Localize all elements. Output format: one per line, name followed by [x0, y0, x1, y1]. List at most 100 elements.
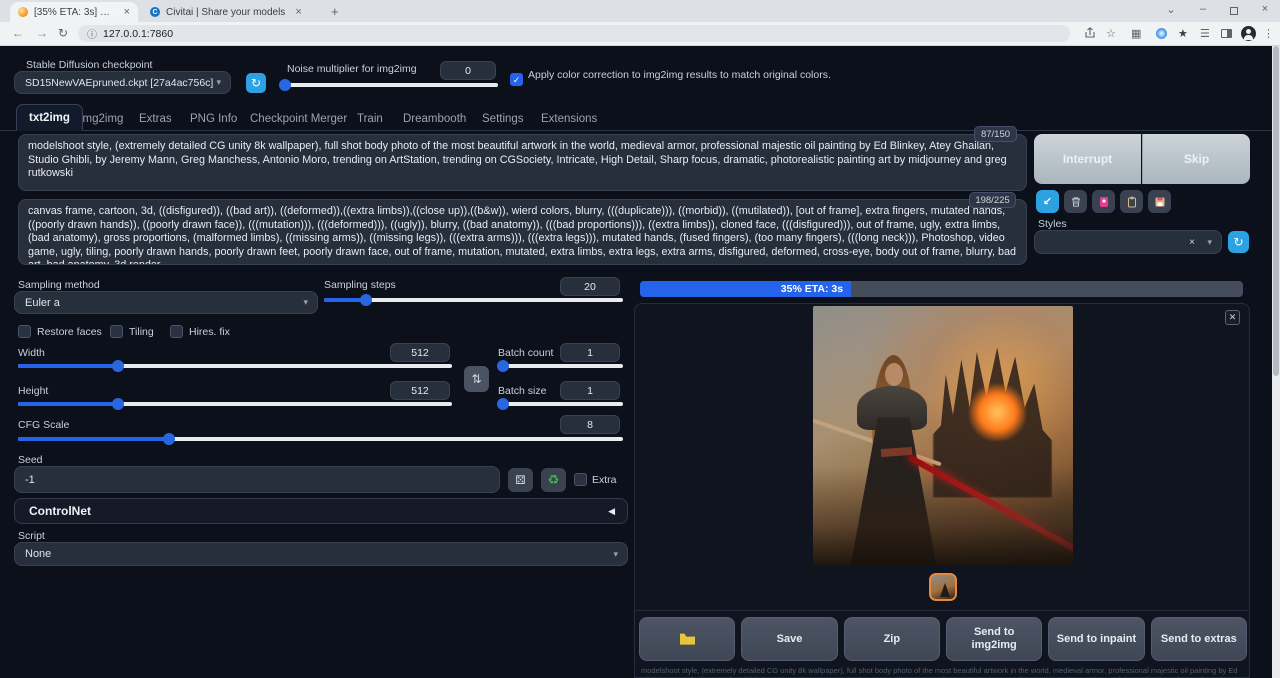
gallery-actions: Save Zip Send to img2img Send to inpaint…	[639, 617, 1247, 661]
extension-blue-icon[interactable]	[1156, 28, 1167, 39]
generated-image[interactable]	[813, 306, 1073, 565]
site-info-icon[interactable]: ⓘ	[87, 26, 97, 41]
page-scrollbar-thumb[interactable]	[1273, 46, 1279, 376]
side-panel-icon[interactable]	[1221, 29, 1232, 38]
hires-fix-checkbox[interactable]	[170, 325, 183, 338]
close-preview-icon[interactable]: ✕	[1225, 310, 1240, 325]
gradio-favicon-icon	[18, 7, 28, 17]
noise-multiplier-slider[interactable]	[281, 79, 498, 91]
browser-tabstrip: [35% ETA: 3s] Stable Diffusion × C Civit…	[0, 0, 1280, 22]
extra-networks-button[interactable]	[1092, 190, 1115, 213]
random-seed-button[interactable]: ⚄	[508, 468, 533, 492]
window-chevron-icon[interactable]: ⌄	[1160, 3, 1182, 16]
forward-icon[interactable]: →	[36, 26, 48, 40]
prompt-input[interactable]: modelshoot style, (extremely detailed CG…	[18, 134, 1027, 191]
negative-token-counter: 198/225	[969, 192, 1016, 208]
swap-dimensions-button[interactable]: ⇅	[464, 366, 489, 392]
swap-arrows-icon: ⇅	[471, 372, 481, 386]
save-style-button[interactable]	[1148, 190, 1171, 213]
tab-dreambooth[interactable]: Dreambooth	[403, 107, 466, 131]
color-correction-checkbox[interactable]: ✓	[510, 73, 523, 86]
send-to-extras-button[interactable]: Send to extras	[1151, 617, 1247, 661]
generation-info-text: modelshoot style, (extremely detailed CG…	[641, 666, 1243, 678]
window-restore-icon[interactable]	[1230, 7, 1238, 15]
tab-close-icon[interactable]: ×	[124, 6, 130, 18]
tab-checkpoint-merger[interactable]: Checkpoint Merger	[250, 107, 347, 131]
width-slider[interactable]	[18, 360, 452, 372]
sampling-method-value: Euler a	[25, 297, 60, 309]
window-minimize-icon[interactable]: –	[1192, 3, 1214, 15]
tab-extensions[interactable]: Extensions	[541, 107, 597, 131]
extra-seed-checkbox[interactable]	[574, 473, 587, 486]
reuse-seed-button[interactable]: ♻	[541, 468, 566, 492]
sd-webui-page: Stable Diffusion checkpoint SD15NewVAEpr…	[0, 46, 1272, 678]
back-icon[interactable]: ←	[12, 26, 24, 40]
batch-size-slider[interactable]	[498, 398, 623, 410]
seed-value: -1	[25, 474, 35, 486]
address-bar[interactable]: ⓘ 127.0.0.1:7860	[78, 25, 1070, 42]
url-text: 127.0.0.1:7860	[103, 28, 173, 40]
gallery-thumbnail-selected[interactable]	[929, 573, 957, 601]
cfg-scale-slider[interactable]	[18, 433, 623, 445]
sampling-steps-slider[interactable]	[324, 294, 623, 306]
extension-grid-icon[interactable]: ▦	[1131, 27, 1141, 40]
extension-dark-icon[interactable]: ★	[1178, 27, 1188, 40]
tab-png-info[interactable]: PNG Info	[190, 107, 237, 131]
batch-count-slider[interactable]	[498, 360, 623, 372]
apply-style-button[interactable]	[1120, 190, 1143, 213]
browser-menu-icon[interactable]: ⋮	[1263, 27, 1274, 40]
interrupt-button[interactable]: Interrupt	[1034, 134, 1141, 184]
tab-settings[interactable]: Settings	[482, 107, 524, 131]
tab-train[interactable]: Train	[357, 107, 383, 131]
chevron-down-icon: ▾	[613, 549, 618, 560]
tab-txt2img[interactable]: txt2img	[16, 104, 83, 131]
share-icon[interactable]	[1084, 27, 1096, 42]
trash-icon	[1070, 196, 1082, 208]
open-folder-button[interactable]	[639, 617, 735, 661]
cfg-scale-value[interactable]: 8	[560, 415, 620, 434]
zip-button[interactable]: Zip	[844, 617, 940, 661]
browser-navbar: ← → ↻ ⓘ 127.0.0.1:7860 ☆ ▦ ★ ☰ ⋮	[0, 22, 1280, 46]
clipboard-icon	[1126, 196, 1138, 208]
reading-list-icon[interactable]: ☰	[1200, 27, 1210, 40]
seed-input[interactable]: -1	[14, 466, 500, 493]
generation-progress-bar: 35% ETA: 3s	[640, 281, 1243, 297]
tab-close-icon[interactable]: ×	[295, 6, 301, 18]
send-to-inpaint-button[interactable]: Send to inpaint	[1048, 617, 1144, 661]
send-to-img2img-button[interactable]: Send to img2img	[946, 617, 1042, 661]
paste-params-button[interactable]: ↙	[1036, 190, 1059, 213]
skip-button[interactable]: Skip	[1142, 134, 1250, 184]
tab-extras[interactable]: Extras	[139, 107, 172, 131]
restore-faces-checkbox[interactable]	[18, 325, 31, 338]
tiling-checkbox[interactable]	[110, 325, 123, 338]
new-tab-button[interactable]: +	[331, 4, 339, 19]
negative-prompt-input[interactable]: canvas frame, cartoon, 3d, ((disfigured)…	[18, 199, 1027, 265]
script-select[interactable]: None ▾	[14, 542, 628, 566]
prompt-token-counter: 87/150	[974, 126, 1017, 142]
folder-icon	[679, 632, 696, 646]
browser-tab-stable-diffusion[interactable]: [35% ETA: 3s] Stable Diffusion ×	[10, 2, 138, 22]
output-gallery-panel: ✕ Save Zip Send to img2img Send to inpai…	[634, 303, 1250, 678]
browser-tab-civitai[interactable]: C Civitai | Share your models ×	[142, 2, 322, 22]
styles-select[interactable]: × ▾	[1034, 230, 1222, 254]
checkpoint-label: Stable Diffusion checkpoint	[26, 59, 152, 71]
reload-icon[interactable]: ↻	[58, 26, 68, 40]
accordion-collapse-icon: ◀	[608, 506, 615, 517]
controlnet-accordion[interactable]: ControlNet ◀	[14, 498, 628, 524]
tab-img2img[interactable]: img2img	[80, 107, 123, 131]
profile-avatar[interactable]	[1241, 26, 1256, 41]
styles-refresh-button[interactable]: ↻	[1228, 231, 1249, 253]
window-close-icon[interactable]: ×	[1254, 3, 1276, 15]
clear-prompt-button[interactable]	[1064, 190, 1087, 213]
width-label: Width	[18, 347, 45, 359]
styles-clear-icon[interactable]: ×	[1189, 237, 1195, 248]
height-slider[interactable]	[18, 398, 452, 410]
checkpoint-refresh-button[interactable]: ↻	[246, 73, 266, 93]
checkpoint-select[interactable]: SD15NewVAEpruned.ckpt [27a4ac756c] ▾	[14, 71, 231, 94]
bookmark-star-icon[interactable]: ☆	[1106, 27, 1116, 40]
save-button[interactable]: Save	[741, 617, 837, 661]
script-label: Script	[18, 530, 45, 542]
sampling-method-select[interactable]: Euler a ▾	[14, 291, 318, 314]
height-label: Height	[18, 385, 48, 397]
noise-multiplier-value[interactable]: 0	[440, 61, 496, 80]
